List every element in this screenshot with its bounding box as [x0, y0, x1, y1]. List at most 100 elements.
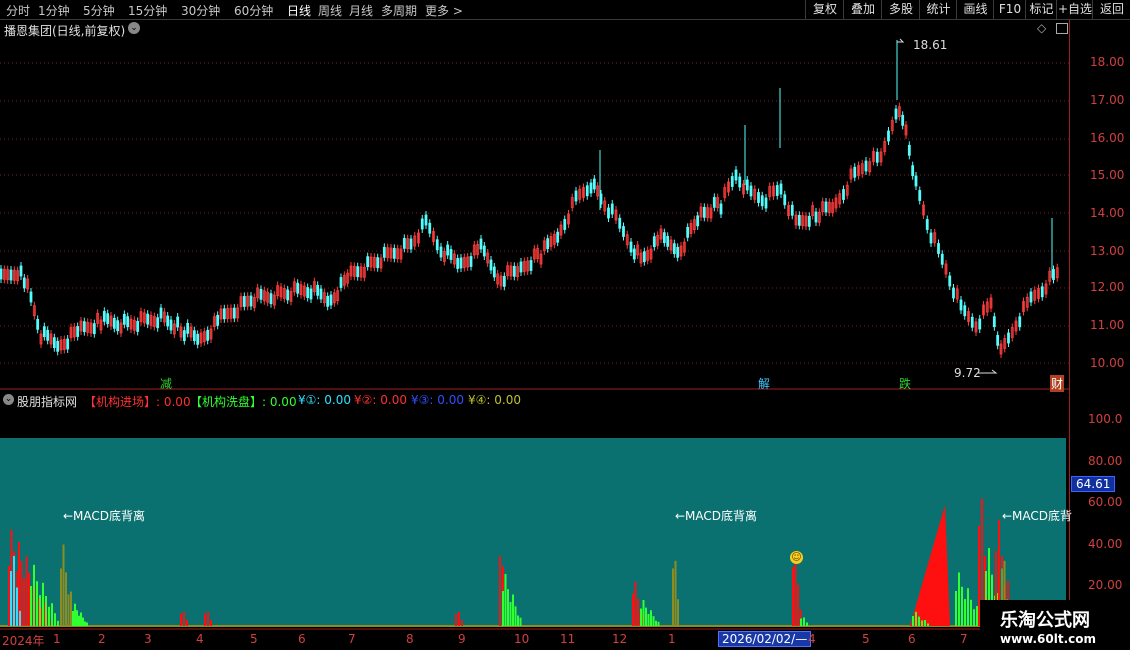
indicator-bar: [634, 581, 637, 626]
indicator-bar: [13, 555, 15, 626]
x-tick: 7: [348, 632, 356, 646]
stats-button[interactable]: 统计: [919, 0, 957, 19]
indicator-bar: [67, 594, 70, 626]
candle-body: [456, 258, 460, 269]
candle-body: [409, 238, 413, 250]
indicator-bar: [502, 591, 504, 626]
watermark-logo: 乐淘公式网 www.60lt.com: [980, 600, 1130, 650]
period-tab-15min[interactable]: 15分钟: [128, 2, 167, 19]
indicator-bar: [204, 613, 206, 626]
candle-body: [102, 310, 106, 322]
indicator-bar: [655, 620, 657, 626]
period-tab-5min[interactable]: 5分钟: [83, 2, 115, 19]
overlay-button[interactable]: 叠加: [843, 0, 882, 19]
candle-body: [519, 261, 523, 273]
indicator-bar: [86, 622, 88, 626]
indicator-bar: [958, 572, 960, 626]
mark-button[interactable]: 标记: [1025, 0, 1057, 19]
period-tab-more[interactable]: 更多 >: [425, 2, 463, 19]
candle-body: [929, 232, 933, 244]
diamond-icon[interactable]: ◇: [1037, 21, 1046, 35]
marker-jian: 减: [160, 377, 173, 391]
candle-body: [296, 282, 300, 294]
macd-annotation: ←MACD底背离: [63, 509, 146, 523]
indicator-bar: [72, 611, 74, 626]
candle-body: [182, 330, 186, 342]
window-restore-icon[interactable]: [1056, 23, 1068, 34]
candle-body: [19, 265, 23, 277]
indicator-bar: [973, 609, 975, 626]
period-tab-1min[interactable]: 1分钟: [38, 2, 70, 19]
candle-body: [996, 334, 1000, 346]
candle-body: [402, 237, 406, 249]
title-dropdown-icon[interactable]: ⌄: [128, 22, 140, 34]
multi-stock-button[interactable]: 多股: [881, 0, 920, 19]
y-tick-price: 15.00: [1090, 168, 1125, 182]
indicator-bar: [970, 599, 972, 626]
candle-body: [940, 253, 944, 265]
indicator-bar: [517, 615, 519, 626]
candle-body: [642, 251, 646, 263]
field-yen-3: ¥③: 0.00: [411, 393, 464, 407]
indicator-bar: [78, 615, 80, 626]
x-tick: 2024年: [2, 634, 45, 648]
indicator-bar: [65, 572, 67, 626]
add-watchlist-button[interactable]: +自选: [1056, 0, 1093, 19]
indicator-bar: [632, 593, 634, 626]
indicator-bar: [458, 611, 460, 626]
stock-chart-canvas[interactable]: [0, 20, 1069, 630]
draw-line-button[interactable]: 画线: [956, 0, 994, 19]
indicator-bar: [42, 582, 44, 626]
indicator-bar: [915, 611, 917, 626]
candle-body: [329, 294, 333, 306]
candle-body: [112, 317, 116, 329]
candle-body: [546, 238, 550, 250]
x-tick: 11: [560, 632, 576, 646]
indicator-bar: [39, 595, 41, 626]
candle-body: [662, 232, 666, 244]
candle-body: [42, 326, 46, 338]
candle-body: [676, 246, 680, 258]
y-tick-price: 11.00: [1090, 318, 1125, 332]
candle-body: [853, 166, 857, 178]
candle-body: [864, 160, 868, 172]
back-button[interactable]: 返回: [1092, 0, 1130, 19]
indicator-bar: [186, 620, 188, 626]
indicator-bar: [514, 606, 517, 626]
period-tab-30min[interactable]: 30分钟: [181, 2, 220, 19]
candle-body: [232, 307, 236, 319]
candle-body: [757, 192, 760, 203]
candle-body: [730, 176, 734, 187]
candle-body: [309, 288, 313, 300]
indicator-bar: [652, 616, 655, 626]
candle-body: [376, 257, 380, 269]
period-tab-weekly[interactable]: 周线: [318, 2, 342, 19]
period-tab-60min[interactable]: 60分钟: [234, 2, 273, 19]
period-tab-daily[interactable]: 日线: [287, 2, 311, 19]
x-tick: 2: [98, 632, 106, 646]
x-tick: 12: [612, 632, 628, 646]
indicator-name[interactable]: 股朋指标网: [17, 393, 77, 410]
candle-body: [156, 317, 160, 329]
indicator-dropdown-icon[interactable]: ⌄: [3, 394, 14, 405]
top-toolbar: 分时 1分钟 5分钟 15分钟 30分钟 60分钟 日线 周线 月线 多周期 更…: [0, 0, 1130, 20]
y-tick-price: 18.00: [1090, 55, 1125, 69]
adjust-button[interactable]: 复权: [805, 0, 844, 19]
candle-body: [1029, 291, 1033, 303]
candle-body: [622, 226, 625, 237]
period-tab-multi[interactable]: 多周期: [381, 2, 417, 19]
candle-body: [589, 182, 593, 194]
period-tab-monthly[interactable]: 月线: [349, 2, 373, 19]
stock-title[interactable]: 播恩集团(日线,前复权): [4, 22, 125, 39]
candle-body: [435, 239, 439, 251]
candle-body: [925, 219, 929, 230]
y-tick-indicator: 100.0: [1088, 412, 1123, 426]
f10-button[interactable]: F10: [993, 0, 1026, 19]
candle-body: [76, 326, 80, 337]
candle-body: [0, 268, 3, 280]
period-tab-fenshi[interactable]: 分时: [6, 2, 30, 19]
candle-body: [29, 291, 33, 303]
x-tick: 6: [908, 632, 916, 646]
indicator-bar: [45, 596, 47, 626]
indicator-bar: [918, 616, 920, 626]
